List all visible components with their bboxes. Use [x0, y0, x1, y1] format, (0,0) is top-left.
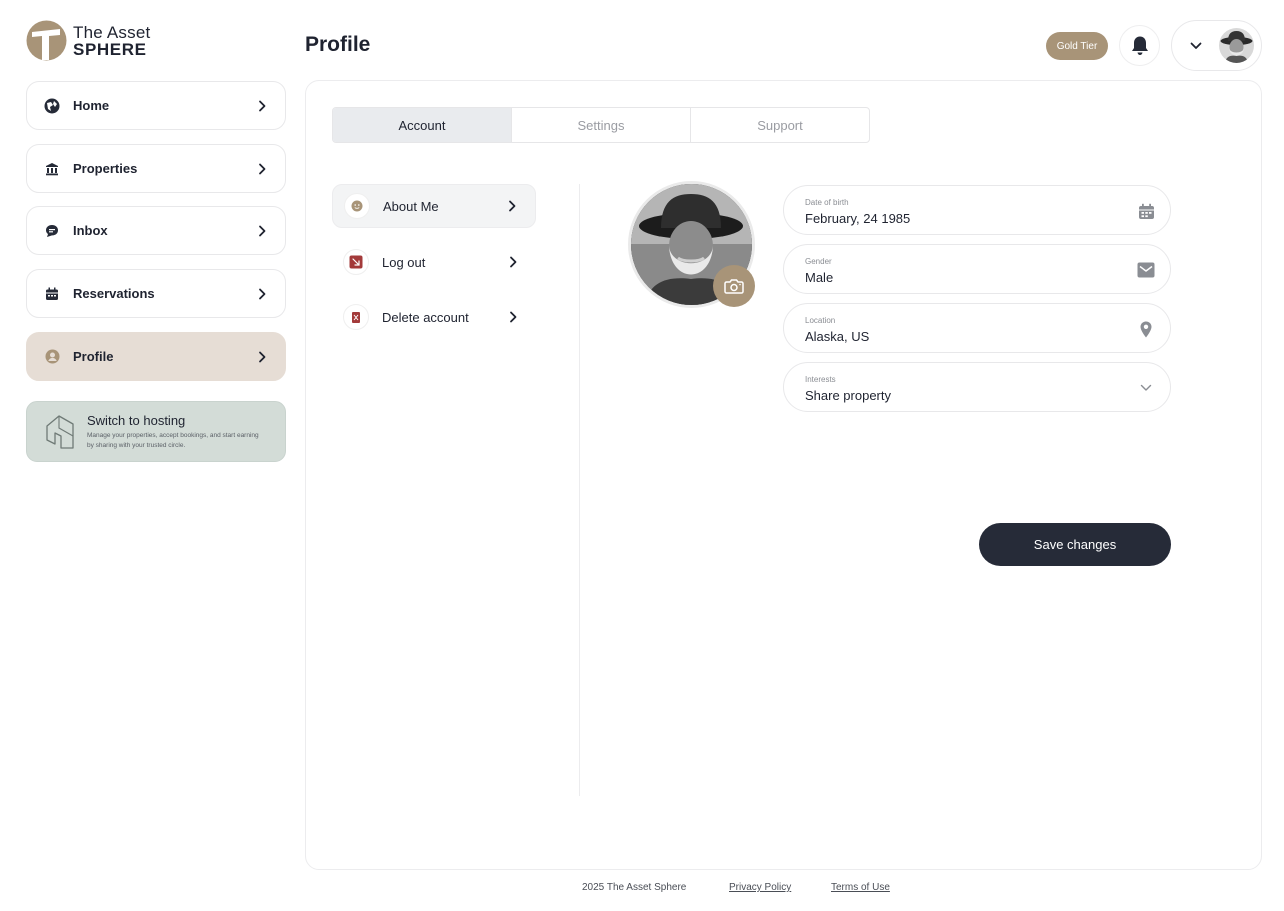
- sidebar-item-label: Home: [73, 98, 110, 113]
- field-value: Share property: [805, 388, 891, 403]
- page-title: Profile: [305, 33, 371, 56]
- date-of-birth-field[interactable]: Date of birth February, 24 1985: [783, 185, 1171, 235]
- chevron-right-icon: [510, 256, 517, 268]
- logo-mark-icon: [26, 20, 67, 61]
- location-pin-icon: [1136, 319, 1156, 339]
- chevron-down-icon: [1190, 42, 1202, 49]
- submenu-log-out[interactable]: Log out: [332, 240, 536, 284]
- user-icon: [43, 348, 61, 366]
- gender-field[interactable]: Gender Male: [783, 244, 1171, 294]
- mail-icon: [1136, 260, 1156, 280]
- sidebar-item-profile[interactable]: Profile: [26, 332, 286, 381]
- camera-icon: [724, 279, 744, 294]
- logout-icon: [343, 249, 369, 275]
- submenu-about-me[interactable]: About Me: [332, 184, 536, 228]
- footer-copyright: 2025 The Asset Sphere: [582, 882, 687, 893]
- section-divider: [579, 184, 580, 796]
- bank-icon: [43, 160, 61, 178]
- chevron-right-icon: [259, 351, 266, 362]
- terms-of-use-link[interactable]: Terms of Use: [831, 882, 890, 893]
- field-label: Date of birth: [805, 198, 849, 207]
- chevron-right-icon: [259, 163, 266, 174]
- house-outline-icon: [46, 414, 74, 449]
- avatar: [1219, 28, 1254, 63]
- field-value: February, 24 1985: [805, 211, 911, 226]
- chevron-down-icon[interactable]: [1136, 378, 1156, 398]
- sidebar-item-properties[interactable]: Properties: [26, 144, 286, 193]
- chevron-right-icon: [259, 225, 266, 236]
- interests-select[interactable]: Interests Share property: [783, 362, 1171, 412]
- field-label: Interests: [805, 375, 836, 384]
- notifications-button[interactable]: [1119, 25, 1160, 66]
- hosting-title: Switch to hosting: [87, 412, 186, 428]
- tab-support[interactable]: Support: [691, 108, 869, 142]
- chat-icon: [43, 222, 61, 240]
- chevron-right-icon: [259, 288, 266, 299]
- bell-icon: [1131, 36, 1148, 55]
- chevron-right-icon: [259, 100, 266, 111]
- location-field[interactable]: Location Alaska, US: [783, 303, 1171, 353]
- privacy-policy-link[interactable]: Privacy Policy: [729, 882, 791, 893]
- field-label: Gender: [805, 257, 832, 266]
- chevron-right-icon: [509, 200, 516, 212]
- logo-line-1: The Asset: [73, 22, 151, 42]
- sidebar-item-label: Inbox: [73, 223, 108, 238]
- change-photo-button[interactable]: [713, 265, 755, 307]
- submenu-label: Delete account: [382, 309, 469, 325]
- field-value: Male: [805, 270, 834, 285]
- field-value: Alaska, US: [805, 329, 870, 344]
- user-menu-button[interactable]: [1171, 20, 1262, 71]
- submenu-label: Log out: [382, 254, 426, 270]
- submenu-delete-account[interactable]: Delete account: [332, 295, 536, 339]
- brand-logo[interactable]: The Asset SPHERE: [26, 20, 150, 61]
- trash-icon: [343, 304, 369, 330]
- save-changes-button[interactable]: Save changes: [979, 523, 1171, 566]
- field-label: Location: [805, 316, 836, 325]
- sidebar-item-reservations[interactable]: Reservations: [26, 269, 286, 318]
- calendar-icon[interactable]: [1136, 201, 1156, 221]
- submenu-label: About Me: [383, 198, 439, 214]
- switch-to-hosting-card[interactable]: Switch to hosting Manage your properties…: [26, 401, 286, 462]
- tier-badge: Gold Tier: [1046, 32, 1108, 60]
- tab-settings[interactable]: Settings: [512, 108, 691, 142]
- chevron-right-icon: [510, 311, 517, 323]
- map-icon: [43, 97, 61, 115]
- calendar-icon: [43, 285, 61, 303]
- tab-bar: Account Settings Support: [332, 107, 870, 143]
- smiley-icon: [344, 193, 370, 219]
- hosting-description: Manage your properties, accept bookings,…: [87, 431, 259, 449]
- sidebar-item-label: Profile: [73, 349, 114, 364]
- sidebar-item-inbox[interactable]: Inbox: [26, 206, 286, 255]
- sidebar-item-label: Properties: [73, 161, 138, 176]
- tab-account[interactable]: Account: [333, 108, 512, 142]
- sidebar-item-home[interactable]: Home: [26, 81, 286, 130]
- sidebar-item-label: Reservations: [73, 286, 155, 301]
- logo-line-2: SPHERE: [73, 39, 147, 59]
